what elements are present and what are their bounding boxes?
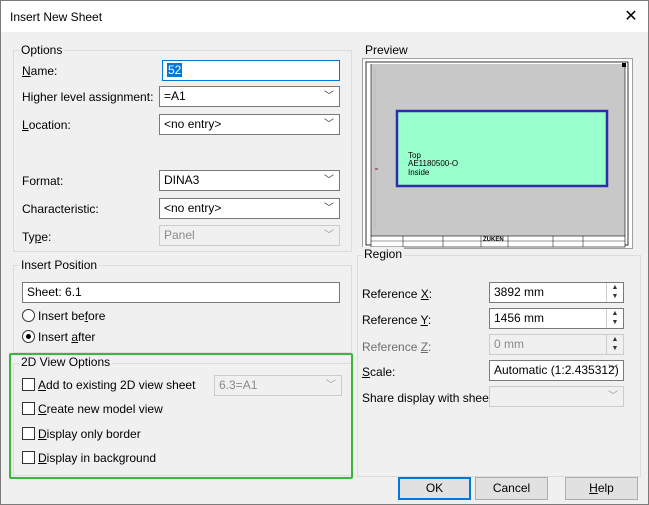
scale-label: Scale:: [362, 365, 396, 379]
highlight-box: [9, 353, 353, 479]
location-label: Location:: [22, 118, 71, 132]
chevron-down-icon: ﹀: [324, 230, 334, 241]
characteristic-label: Characteristic:: [22, 202, 99, 216]
ref-z-label: Reference Z:: [362, 340, 432, 354]
chevron-down-icon: ﹀: [324, 91, 334, 102]
close-icon[interactable]: ✕: [614, 1, 648, 32]
insert-after-radio[interactable]: [22, 330, 35, 343]
chevron-down-icon: ﹀: [608, 391, 618, 402]
preview-drawing: [363, 59, 632, 248]
characteristic-value: <no entry>: [164, 201, 222, 215]
type-label: Type:: [22, 230, 52, 244]
format-select[interactable]: DINA3 ﹀: [159, 170, 340, 191]
insert-before-radio[interactable]: [22, 309, 35, 322]
chevron-down-icon: ﹀: [324, 203, 334, 214]
ref-x-label: Reference X:: [362, 287, 433, 301]
sheet-position-value: Sheet: 6.1: [27, 285, 82, 299]
share-label: Share display with sheet:: [362, 391, 496, 405]
ref-x-spinner[interactable]: ▲ ▼: [606, 283, 623, 302]
ref-z-input: 0 mm ▲ ▼: [489, 334, 624, 355]
higher-level-label: Higher level assignment:: [22, 90, 154, 104]
ref-x-value: 3892 mm: [494, 285, 545, 299]
sheet-position-field[interactable]: Sheet: 6.1: [22, 282, 340, 303]
format-label: Format:: [22, 174, 64, 188]
location-select[interactable]: <no entry> ﹀: [159, 114, 340, 135]
preview-panel: Top AE1180500-O Inside ZUKEN: [362, 58, 633, 249]
insert-before-label: Insert before: [38, 309, 106, 323]
scale-select[interactable]: Automatic (1:2.435312) ﹀: [489, 360, 624, 381]
preview-box-line2: AE1180500-O: [408, 159, 459, 168]
chevron-down-icon: ﹀: [324, 175, 334, 186]
ref-y-value: 1456 mm: [494, 311, 545, 325]
higher-level-value: =A1: [164, 89, 186, 103]
options-title: Options: [19, 43, 65, 57]
characteristic-select[interactable]: <no entry> ﹀: [159, 198, 340, 219]
ref-z-spinner: ▲ ▼: [606, 335, 623, 354]
insert-after-label: Insert after: [38, 330, 96, 344]
ref-z-value: 0 mm: [494, 337, 524, 351]
share-select: ﹀: [489, 386, 624, 407]
ref-x-input[interactable]: 3892 mm ▲ ▼: [489, 282, 624, 303]
type-select: Panel ﹀: [159, 225, 340, 246]
ref-y-spinner[interactable]: ▲ ▼: [606, 309, 623, 328]
titleblock-logo: ZUKEN: [483, 237, 504, 243]
ref-y-label: Reference Y:: [362, 313, 432, 327]
title-bar: Insert New Sheet ✕: [1, 1, 648, 32]
cancel-button[interactable]: Cancel: [475, 477, 548, 500]
insert-position-title: Insert Position: [19, 258, 100, 272]
name-label: Name:: [22, 64, 58, 78]
name-value: 52: [167, 63, 183, 77]
type-value: Panel: [164, 228, 195, 242]
name-input[interactable]: 52: [162, 60, 340, 81]
region-title: Region: [362, 247, 405, 261]
ref-y-input[interactable]: 1456 mm ▲ ▼: [489, 308, 624, 329]
format-value: DINA3: [164, 173, 200, 187]
preview-box-line3: Inside: [408, 168, 430, 177]
help-button[interactable]: Help: [565, 477, 638, 500]
chevron-down-icon: ﹀: [324, 119, 334, 130]
chevron-down-icon: ﹀: [608, 365, 618, 376]
higher-level-select[interactable]: =A1 ﹀: [159, 86, 340, 107]
ok-button[interactable]: OK: [398, 477, 471, 500]
scale-value: Automatic (1:2.435312): [494, 363, 619, 377]
window-title: Insert New Sheet: [10, 10, 103, 24]
preview-title: Preview: [365, 43, 408, 57]
insert-new-sheet-dialog: Insert New Sheet ✕ Options Name: 52 High…: [0, 0, 649, 505]
location-value: <no entry>: [164, 117, 222, 131]
